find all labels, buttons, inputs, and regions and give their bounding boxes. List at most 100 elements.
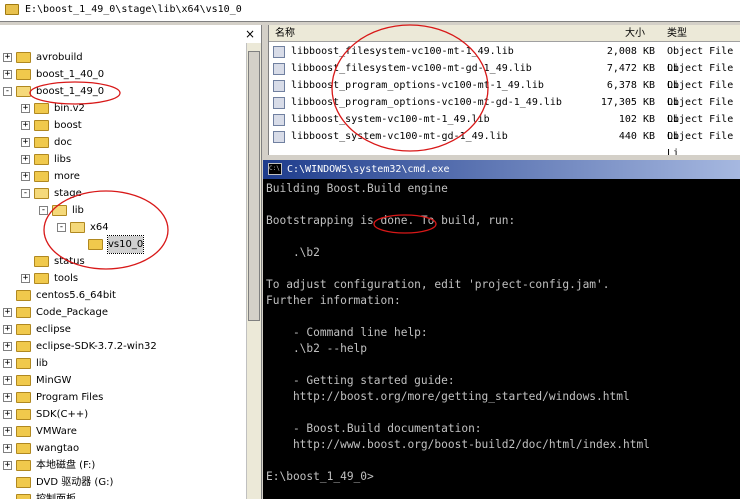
tree-item[interactable]: + Program Files <box>0 389 245 406</box>
expand-icon[interactable]: + <box>21 155 30 164</box>
tree-item[interactable]: centos5.6_64bit <box>0 287 245 304</box>
tree-item[interactable]: + eclipse <box>0 321 245 338</box>
address-bar[interactable]: E:\boost_1_49_0\stage\lib\x64\vs10_0 <box>0 0 740 22</box>
tree-item[interactable]: + wangtao <box>0 440 245 457</box>
tree-item-label: lib <box>72 205 84 216</box>
folder-icon <box>34 256 49 267</box>
tree-item[interactable]: + boost_1_40_0 <box>0 66 245 83</box>
tree-item[interactable]: + lib <box>0 355 245 372</box>
folder-tree-pane: × + avrobuild + boost_1_40_0 - boost_1_49_0 + b… <box>0 25 262 499</box>
tree-item-label: wangtao <box>36 443 80 454</box>
expand-icon[interactable]: + <box>3 410 12 419</box>
collapse-icon[interactable]: - <box>39 206 48 215</box>
expand-icon[interactable]: + <box>3 53 12 62</box>
expand-icon[interactable]: + <box>3 342 12 351</box>
tree-item[interactable]: - stage <box>0 185 245 202</box>
tree-item[interactable]: + VMWare <box>0 423 245 440</box>
tree-item[interactable]: status <box>0 253 245 270</box>
collapse-icon[interactable]: - <box>57 223 66 232</box>
expand-icon[interactable]: + <box>3 376 12 385</box>
folder-icon <box>34 273 49 284</box>
expand-icon[interactable]: + <box>3 427 12 436</box>
file-row[interactable]: libboost_program_options-vc100-mt-gd-1_4… <box>269 94 740 125</box>
cmd-window[interactable]: C:\ C:\WINDOWS\system32\cmd.exe Building… <box>263 160 740 499</box>
column-header-name[interactable]: 名称 <box>275 26 295 41</box>
console-output[interactable]: Building Boost.Build engine Bootstrapping… <box>266 181 650 485</box>
expand-icon[interactable]: + <box>21 121 30 130</box>
tree-item-label: 本地磁盘 (F:) <box>36 460 96 471</box>
file-row[interactable]: libboost_system-vc100-mt-1_49.lib 102 KB O… <box>269 111 740 142</box>
tree-item[interactable]: + eclipse-SDK-3.7.2-win32 <box>0 338 245 355</box>
tree-item-label: Code_Package <box>36 307 109 318</box>
expand-icon[interactable]: + <box>21 104 30 113</box>
tree-item[interactable]: + tools <box>0 270 245 287</box>
lib-file-icon <box>273 63 285 75</box>
tree-item[interactable]: + avrobuild <box>0 49 245 66</box>
collapse-icon[interactable]: - <box>3 87 12 96</box>
tree-item[interactable]: - boost_1_49_0 <box>0 83 245 100</box>
tree-item[interactable]: + SDK(C++) <box>0 406 245 423</box>
folder-icon <box>34 137 49 148</box>
expand-icon[interactable]: + <box>21 172 30 181</box>
tree-item[interactable]: + MinGW <box>0 372 245 389</box>
collapse-icon[interactable]: - <box>21 189 30 198</box>
file-name: libboost_program_options-vc100-mt-gd-1_4… <box>291 97 562 108</box>
console-line: Building Boost.Build engine <box>266 182 448 195</box>
tree-scrollbar-thumb[interactable] <box>248 51 260 321</box>
folder-icon <box>16 86 31 97</box>
tree-item[interactable]: + 本地磁盘 (F:) <box>0 457 245 474</box>
file-row[interactable]: libboost_system-vc100-mt-gd-1_49.lib 440 … <box>269 128 740 155</box>
folder-icon <box>16 324 31 335</box>
file-list-header: 名称 大小 类型 <box>269 25 740 42</box>
expand-icon[interactable]: + <box>3 70 12 79</box>
expand-icon[interactable]: + <box>21 274 30 283</box>
folder-icon <box>5 4 19 15</box>
folder-icon <box>16 69 31 80</box>
lib-file-icon <box>273 131 285 143</box>
console-line: To adjust configuration, edit 'project-c… <box>266 278 610 291</box>
tree-scrollbar[interactable] <box>246 43 261 499</box>
tree-item-label: MinGW <box>36 375 72 386</box>
cmd-title-bar[interactable]: C:\ C:\WINDOWS\system32\cmd.exe <box>263 160 740 179</box>
file-row[interactable]: libboost_program_options-vc100-mt-1_49.l… <box>269 77 740 108</box>
column-header-type[interactable]: 类型 <box>667 26 687 41</box>
expand-icon[interactable]: + <box>3 308 12 317</box>
lib-file-icon <box>273 97 285 109</box>
folder-icon <box>16 409 31 420</box>
tree-item-label: avrobuild <box>36 52 83 63</box>
tree-item[interactable]: + libs <box>0 151 245 168</box>
expand-icon[interactable]: + <box>3 393 12 402</box>
tree-item[interactable]: - lib <box>0 202 245 219</box>
folder-icon <box>34 188 49 199</box>
tree-item[interactable]: vs10_0 <box>0 235 245 254</box>
console-line: .\b2 --help <box>266 342 368 355</box>
folder-icon <box>70 222 85 233</box>
folder-icon <box>16 392 31 403</box>
tree-item[interactable]: + more <box>0 168 245 185</box>
expand-icon[interactable]: + <box>21 138 30 147</box>
tree-item[interactable]: + Code_Package <box>0 304 245 321</box>
tree-item[interactable]: - x64 <box>0 219 245 236</box>
file-size: 17,305 KB <box>600 97 655 108</box>
close-pane-icon[interactable]: × <box>245 28 255 40</box>
expand-icon[interactable]: + <box>3 359 12 368</box>
tree-item[interactable]: DVD 驱动器 (G:) <box>0 474 245 491</box>
file-name: libboost_program_options-vc100-mt-1_49.l… <box>291 80 544 91</box>
expand-icon[interactable]: + <box>3 461 12 470</box>
file-row[interactable]: libboost_filesystem-vc100-mt-1_49.lib 2,0… <box>269 43 740 74</box>
tree-item-label: libs <box>54 154 72 165</box>
expand-icon[interactable]: + <box>3 325 12 334</box>
tree-item[interactable]: + boost <box>0 117 245 134</box>
tree-item[interactable]: + doc <box>0 134 245 151</box>
file-row[interactable]: libboost_filesystem-vc100-mt-gd-1_49.lib… <box>269 60 740 91</box>
expand-icon[interactable]: + <box>3 444 12 453</box>
folder-icon <box>16 426 31 437</box>
folder-icon <box>16 341 31 352</box>
tree-item[interactable]: 控制面板 <box>0 491 245 499</box>
folder-icon <box>34 154 49 165</box>
console-line: Bootstrapping is done. To build, run: <box>266 214 516 227</box>
tree-item[interactable]: + bin.v2 <box>0 100 245 117</box>
column-header-size[interactable]: 大小 <box>625 26 645 41</box>
